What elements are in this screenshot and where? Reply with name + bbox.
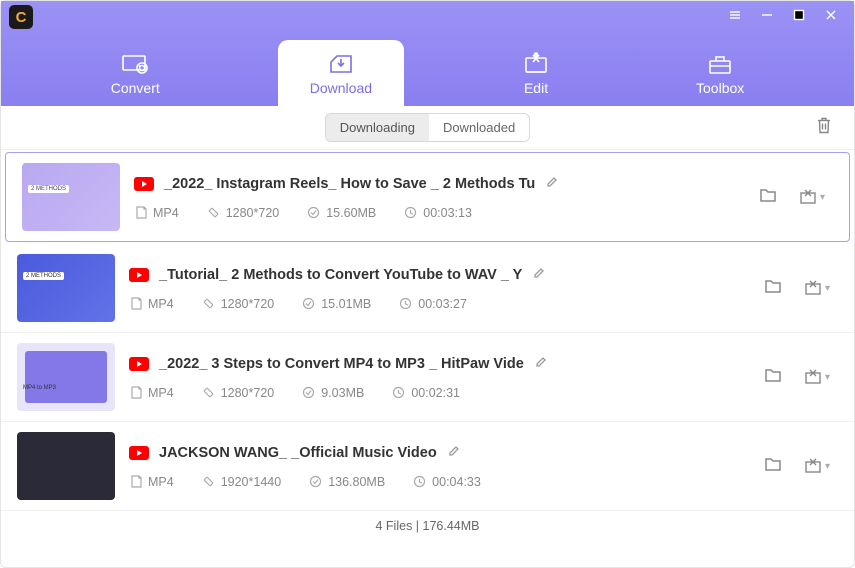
item-title: JACKSON WANG_ _Official Music Video	[159, 445, 437, 461]
tab-edit-label: Edit	[524, 80, 548, 96]
chevron-down-icon: ▾	[825, 372, 830, 383]
tab-toolbox[interactable]: Toolbox	[668, 40, 772, 106]
resolution: 1280*720	[221, 297, 275, 311]
item-title: _2022_ 3 Steps to Convert MP4 to MP3 _ H…	[159, 356, 524, 372]
open-folder-icon[interactable]	[758, 185, 778, 210]
format: MP4	[148, 297, 174, 311]
size: 15.60MB	[326, 206, 376, 220]
list-item[interactable]: JACKSON WANG_ _Official Music Video MP4 …	[1, 422, 854, 511]
menu-icon[interactable]	[728, 8, 742, 27]
nav-tabs: Convert Download Edit Toolbox	[1, 29, 854, 106]
download-list: _2022_ Instagram Reels_ How to Save _ 2 …	[1, 152, 854, 511]
size: 136.80MB	[328, 475, 385, 489]
subtab-downloading[interactable]: Downloading	[326, 114, 429, 141]
duration: 00:03:27	[418, 297, 467, 311]
item-meta: MP4 1280*720 9.03MB 00:02:31	[129, 386, 749, 400]
format: MP4	[153, 206, 179, 220]
item-title: _Tutorial_ 2 Methods to Convert YouTube …	[159, 267, 522, 283]
subtabs-row: Downloading Downloaded	[1, 106, 854, 150]
edit-action-icon[interactable]: ▾	[798, 187, 825, 207]
tab-convert-label: Convert	[111, 80, 160, 96]
thumbnail	[17, 343, 115, 411]
maximize-icon[interactable]	[792, 8, 806, 27]
open-folder-icon[interactable]	[763, 365, 783, 390]
item-meta: MP4 1920*1440 136.80MB 00:04:33	[129, 475, 749, 489]
item-meta: MP4 1280*720 15.01MB 00:03:27	[129, 297, 749, 311]
tab-convert[interactable]: Convert	[83, 40, 188, 106]
row-actions: ▾	[758, 185, 833, 210]
youtube-icon	[129, 357, 149, 371]
thumbnail	[17, 432, 115, 500]
edit-action-icon[interactable]: ▾	[803, 456, 830, 476]
subtab-downloaded[interactable]: Downloaded	[429, 114, 529, 141]
size: 9.03MB	[321, 386, 364, 400]
resolution: 1280*720	[221, 386, 275, 400]
item-title: _2022_ Instagram Reels_ How to Save _ 2 …	[164, 176, 535, 192]
youtube-icon	[129, 446, 149, 460]
footer-summary: 4 Files | 176.44MB	[1, 511, 854, 541]
row-actions: ▾	[763, 276, 838, 301]
app-logo: C	[9, 5, 33, 29]
resolution: 1280*720	[226, 206, 280, 220]
list-item[interactable]: _2022_ Instagram Reels_ How to Save _ 2 …	[5, 152, 850, 242]
window-controls	[728, 8, 846, 27]
rename-icon[interactable]	[545, 175, 559, 194]
minimize-icon[interactable]	[760, 8, 774, 27]
rename-icon[interactable]	[534, 355, 548, 374]
row-actions: ▾	[763, 454, 838, 479]
duration: 00:03:13	[423, 206, 472, 220]
tab-edit[interactable]: Edit	[494, 40, 578, 106]
subtabs: Downloading Downloaded	[325, 113, 530, 142]
format: MP4	[148, 475, 174, 489]
size: 15.01MB	[321, 297, 371, 311]
tab-toolbox-label: Toolbox	[696, 80, 744, 96]
tab-download-label: Download	[310, 80, 372, 96]
format: MP4	[148, 386, 174, 400]
edit-action-icon[interactable]: ▾	[803, 367, 830, 387]
row-actions: ▾	[763, 365, 838, 390]
row-content: _2022_ Instagram Reels_ How to Save _ 2 …	[134, 175, 744, 220]
duration: 00:02:31	[411, 386, 460, 400]
rename-icon[interactable]	[447, 444, 461, 463]
titlebar: C	[1, 1, 854, 29]
row-content: _2022_ 3 Steps to Convert MP4 to MP3 _ H…	[129, 355, 749, 400]
duration: 00:04:33	[432, 475, 481, 489]
resolution: 1920*1440	[221, 475, 281, 489]
trash-icon[interactable]	[814, 115, 834, 140]
thumbnail	[22, 163, 120, 231]
open-folder-icon[interactable]	[763, 454, 783, 479]
rename-icon[interactable]	[532, 266, 546, 285]
list-item[interactable]: _2022_ 3 Steps to Convert MP4 to MP3 _ H…	[1, 333, 854, 422]
youtube-icon	[129, 268, 149, 282]
youtube-icon	[134, 177, 154, 191]
tab-download[interactable]: Download	[278, 40, 404, 106]
chevron-down-icon: ▾	[825, 283, 830, 294]
row-content: _Tutorial_ 2 Methods to Convert YouTube …	[129, 266, 749, 311]
edit-action-icon[interactable]: ▾	[803, 278, 830, 298]
close-icon[interactable]	[824, 8, 838, 27]
thumbnail	[17, 254, 115, 322]
open-folder-icon[interactable]	[763, 276, 783, 301]
chevron-down-icon: ▾	[825, 461, 830, 472]
item-meta: MP4 1280*720 15.60MB 00:03:13	[134, 206, 744, 220]
list-item[interactable]: _Tutorial_ 2 Methods to Convert YouTube …	[1, 244, 854, 333]
row-content: JACKSON WANG_ _Official Music Video MP4 …	[129, 444, 749, 489]
header: C Convert Download Edit Toolbox	[1, 1, 854, 106]
chevron-down-icon: ▾	[820, 192, 825, 203]
